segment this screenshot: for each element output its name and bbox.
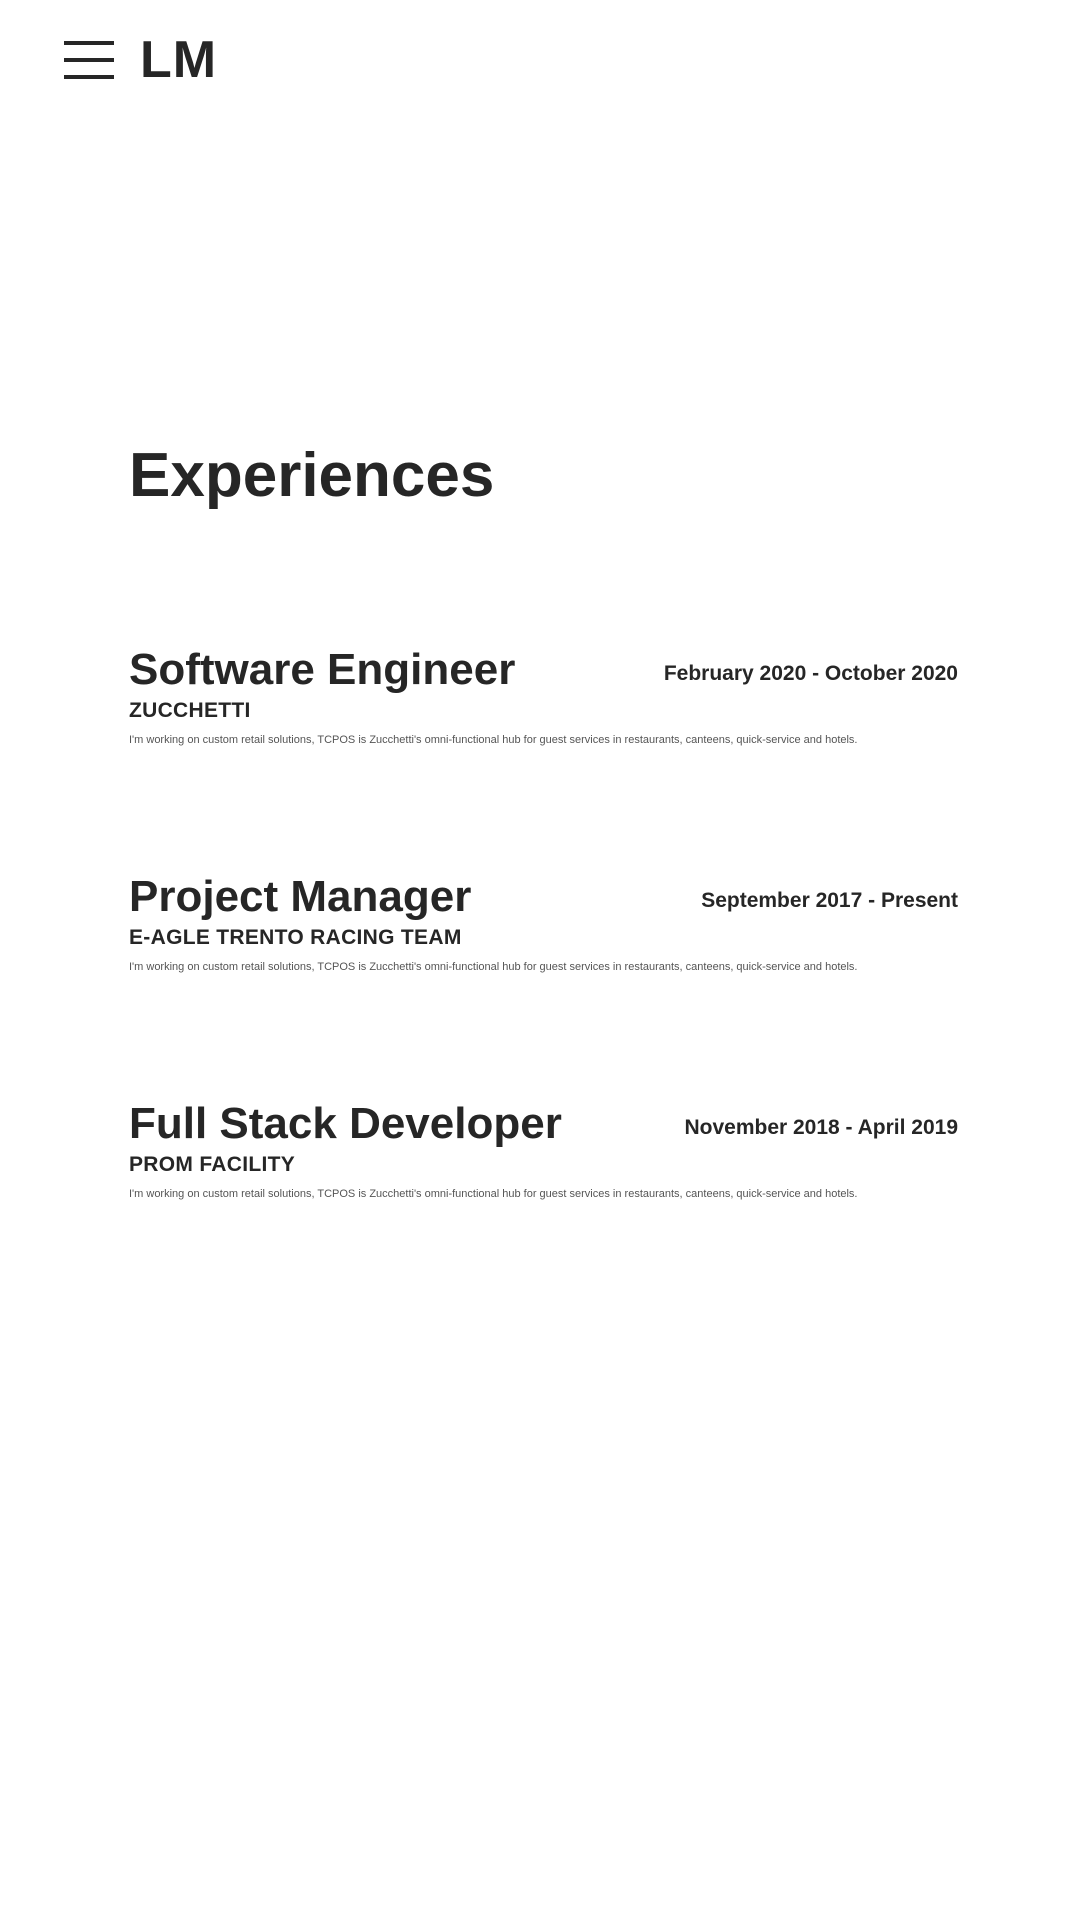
experience-item: Software Engineer February 2020 - Octobe… xyxy=(129,644,958,754)
experience-role: Project Manager xyxy=(129,872,472,921)
experience-item: Project Manager September 2017 - Present… xyxy=(129,871,958,981)
experience-role: Full Stack Developer xyxy=(129,1099,562,1148)
menu-line xyxy=(64,75,114,79)
experience-dates: November 2018 - April 2019 xyxy=(684,1116,958,1139)
hamburger-menu-icon[interactable] xyxy=(64,41,114,79)
experience-description: I'm working on custom retail solutions, … xyxy=(129,961,858,973)
experience-item: Full Stack Developer November 2018 - Apr… xyxy=(129,1098,958,1208)
experience-role: Software Engineer xyxy=(129,645,516,694)
experience-company: E-AGLE TRENTO RACING TEAM xyxy=(129,926,462,949)
page-title: Experiences xyxy=(129,441,495,510)
logo[interactable]: LM xyxy=(140,34,217,86)
experience-dates: September 2017 - Present xyxy=(701,889,958,912)
experience-description: I'm working on custom retail solutions, … xyxy=(129,1188,858,1200)
experience-company: PROM FACILITY xyxy=(129,1153,296,1176)
experience-dates: February 2020 - October 2020 xyxy=(663,662,958,685)
menu-line xyxy=(64,41,114,45)
site-header: LM xyxy=(64,34,217,86)
menu-line xyxy=(64,58,114,62)
experience-company: ZUCCHETTI xyxy=(129,699,251,722)
experience-description: I'm working on custom retail solutions, … xyxy=(129,734,858,746)
